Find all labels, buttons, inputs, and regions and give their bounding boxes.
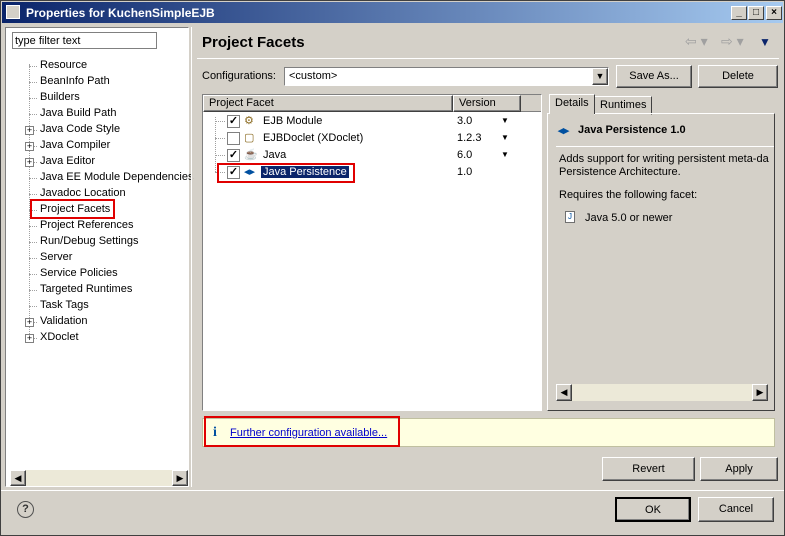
configurations-label: Configurations:	[202, 70, 276, 82]
highlight-info-link	[204, 416, 400, 447]
nav-item-java-editor[interactable]: Java Editor	[40, 155, 95, 167]
view-menu-icon[interactable]: ▼	[759, 35, 771, 49]
nav-scrollbar[interactable]: ◀ ▶	[10, 470, 188, 486]
ejb-module-icon: ⚙	[244, 115, 254, 127]
page-title: Project Facets	[202, 34, 305, 51]
filter-input[interactable]	[12, 32, 157, 49]
requires-item: Java 5.0 or newer	[585, 212, 673, 224]
facet-name[interactable]: EJB Module	[261, 115, 324, 127]
facets-table: Project Facet Version ✓ ⚙ EJB Module 3.0 ▼ ▢ E…	[202, 94, 542, 411]
nav-item-builders[interactable]: Builders	[40, 91, 80, 103]
nav-item-resource[interactable]: Resource	[40, 59, 87, 71]
java-file-icon: J	[565, 211, 575, 223]
nav-pane: Resource BeanInfo Path Builders Java Build …	[5, 27, 193, 487]
cancel-button[interactable]: Cancel	[698, 497, 774, 522]
ejbdoclet-icon: ▢	[244, 132, 255, 144]
version-dropdown-icon[interactable]: ▼	[501, 133, 509, 142]
expand-icon[interactable]: +	[25, 158, 34, 167]
version-dropdown-icon[interactable]: ▼	[501, 116, 509, 125]
facet-checkbox[interactable]: ✓	[227, 115, 240, 128]
column-header-facet[interactable]: Project Facet	[203, 95, 453, 112]
nav-item-project-references[interactable]: Project References	[40, 219, 134, 231]
save-as-button[interactable]: Save As...	[616, 65, 692, 88]
nav-item-server[interactable]: Server	[40, 251, 72, 263]
nav-item-targeted-runtimes[interactable]: Targeted Runtimes	[40, 283, 132, 295]
nav-item-javadoc-location[interactable]: Javadoc Location	[40, 187, 126, 199]
facet-name[interactable]: EJBDoclet (XDoclet)	[261, 132, 365, 144]
facet-version[interactable]: 1.2.3	[457, 132, 481, 144]
facet-checkbox[interactable]: ✓	[227, 149, 240, 162]
tab-details[interactable]: Details	[549, 94, 595, 114]
ok-button[interactable]: OK	[615, 497, 691, 522]
facet-name[interactable]: Java	[261, 149, 288, 161]
nav-item-java-build-path[interactable]: Java Build Path	[40, 107, 116, 119]
facet-checkbox[interactable]	[227, 132, 240, 145]
nav-item-java-compiler[interactable]: Java Compiler	[40, 139, 110, 151]
facet-version[interactable]: 1.0	[457, 166, 472, 178]
app-icon	[6, 5, 20, 19]
chevron-down-icon[interactable]: ▼	[592, 68, 608, 85]
forward-arrow-icon[interactable]: ⇨ ▾	[721, 33, 744, 50]
nav-item-beaninfo-path[interactable]: BeanInfo Path	[40, 75, 110, 87]
expand-icon[interactable]: +	[25, 334, 34, 343]
configurations-select[interactable]: <custom> ▼	[284, 67, 609, 86]
minimize-button[interactable]: _	[731, 6, 747, 20]
facet-version[interactable]: 3.0	[457, 115, 472, 127]
nav-item-service-policies[interactable]: Service Policies	[40, 267, 118, 279]
highlight-project-facets	[30, 199, 115, 219]
version-dropdown-icon[interactable]: ▼	[501, 150, 509, 159]
properties-dialog: Properties for KuchenSimpleEJB _ □ × Res…	[0, 0, 785, 536]
back-arrow-icon[interactable]: ⇦ ▾	[685, 33, 708, 50]
help-icon[interactable]: ?	[17, 501, 34, 518]
nav-item-java-code-style[interactable]: Java Code Style	[40, 123, 120, 135]
nav-item-task-tags[interactable]: Task Tags	[40, 299, 89, 311]
nav-item-validation[interactable]: Validation	[40, 315, 88, 327]
window-title: Properties for KuchenSimpleEJB	[26, 6, 215, 20]
java-persistence-icon: ◂▸	[558, 125, 570, 137]
configurations-value: <custom>	[289, 70, 338, 82]
details-description-line1: Adds support for writing persistent meta…	[559, 153, 769, 165]
requires-label: Requires the following facet:	[559, 189, 698, 201]
facet-version[interactable]: 6.0	[457, 149, 472, 161]
nav-item-xdoclet[interactable]: XDoclet	[40, 331, 79, 343]
expand-icon[interactable]: +	[25, 318, 34, 327]
details-heading: Java Persistence 1.0	[578, 124, 686, 136]
close-button[interactable]: ×	[766, 6, 782, 20]
details-description-line2: Persistence Architecture.	[559, 166, 681, 178]
apply-button[interactable]: Apply	[700, 457, 778, 481]
column-header-version[interactable]: Version	[453, 95, 521, 112]
highlight-java-persistence	[217, 163, 355, 183]
details-panel: ◂▸ Java Persistence 1.0 Adds support for…	[547, 113, 775, 411]
expand-icon[interactable]: +	[25, 126, 34, 135]
nav-item-java-ee-module-dependencies[interactable]: Java EE Module Dependencies	[40, 171, 193, 183]
nav-item-run-debug-settings[interactable]: Run/Debug Settings	[40, 235, 138, 247]
java-icon: ☕	[244, 149, 258, 161]
revert-button[interactable]: Revert	[602, 457, 695, 481]
delete-button[interactable]: Delete	[698, 65, 778, 88]
title-bar: Properties for KuchenSimpleEJB _ □ ×	[2, 2, 783, 23]
expand-icon[interactable]: +	[25, 142, 34, 151]
maximize-button[interactable]: □	[748, 6, 764, 20]
details-scrollbar[interactable]: ◀ ▶	[556, 384, 768, 401]
